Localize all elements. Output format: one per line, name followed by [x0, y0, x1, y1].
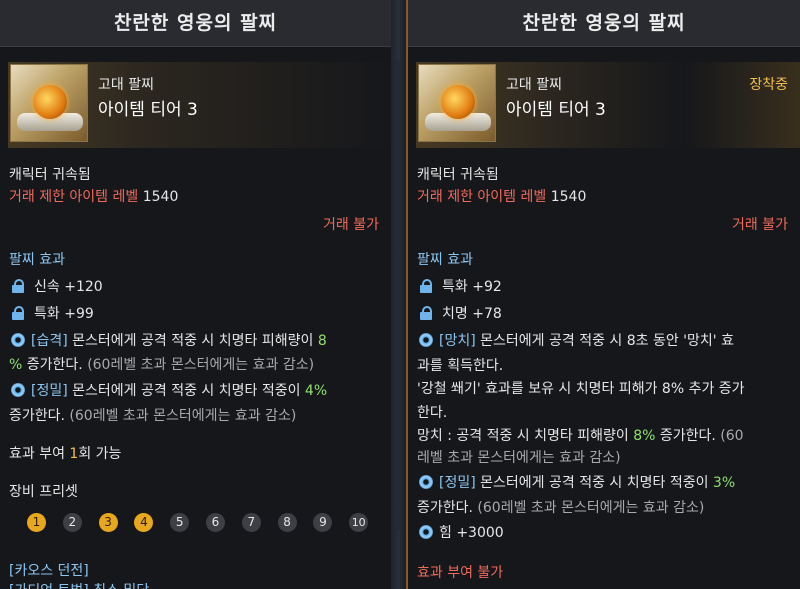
effect-text: 몬스터에게 공격 적중 시 8초 동안 '망치' 효 [475, 333, 734, 349]
preset-dot-5[interactable]: 5 [170, 513, 190, 532]
preset-dot-1[interactable]: 1 [27, 513, 46, 532]
lock-icon [420, 306, 432, 320]
bracelet-effect-line: 증가한다. (60레벨 초과 몬스터에게는 효과 감소) [417, 497, 704, 517]
trade-level-label: 거래 제한 아이템 레벨 [417, 189, 547, 205]
grant-count-row: 효과 부여 1회 가능 [9, 443, 121, 463]
lock-icon [12, 279, 24, 293]
grant-suffix: 회 가능 [78, 446, 122, 462]
lock-icon [420, 279, 432, 293]
stat-label: 특화 +92 [442, 279, 502, 295]
effect-text: 몬스터에게 공격 적중 시 치명타 적중이 [67, 383, 305, 399]
bracelet-effect-line: 증가한다. (60레벨 초과 몬스터에게는 효과 감소) [9, 405, 296, 425]
bracelet-effect-line: 한다. [417, 405, 448, 421]
preset-title: 장비 프리셋 [9, 484, 78, 500]
source-link[interactable]: [가디언 토벌] 최소 밀당 [9, 580, 149, 589]
bracelet-effect-line: '강철 쐐기' 효과를 보유 시 치명타 피해가 8% 추가 증가 [417, 381, 745, 397]
effect-text: 증가한다. [22, 357, 88, 373]
bound-status: 캐릭터 귀속됨 [417, 167, 499, 183]
stat-row: 특화 +99 [9, 303, 94, 323]
bracelet-icon [418, 64, 496, 142]
effect-swirl-icon [419, 525, 433, 539]
trade-level-row: 거래 제한 아이템 레벨 1540 [417, 186, 586, 206]
bracelet-effect-line: [습격] 몬스터에게 공격 적중 시 치명타 피해량이 8 [9, 330, 327, 350]
item-tier: 아이템 티어 3 [98, 100, 198, 120]
effect-text: 몬스터에게 공격 적중 시 치명타 적중이 [475, 475, 713, 491]
item-title: 찬란한 영웅의 팔찌 [408, 0, 800, 47]
bracelet-effect-line: [정밀] 몬스터에게 공격 적중 시 치명타 적중이 3% [417, 472, 735, 492]
effect-text: 몬스터에게 공격 적중 시 치명타 피해량이 [67, 333, 318, 349]
item-title: 찬란한 영웅의 팔찌 [0, 0, 391, 47]
stat-row: 신속 +120 [9, 276, 103, 296]
equipped-badge: 장착중 [749, 77, 788, 93]
trade-status: 거래 불가 [323, 217, 379, 233]
effect-value: 4% [304, 383, 328, 399]
effect-note: (60레벨 초과 몬스터에게는 효과 감소) [87, 357, 315, 373]
stat-row: 특화 +92 [417, 276, 502, 296]
effect-note: 레벨 초과 몬스터에게는 효과 감소) [417, 450, 621, 466]
tooltip-panel-left: 찬란한 영웅의 팔찌 고대 팔찌 아이템 티어 3 캐릭터 귀속됨 거래 제한 … [0, 0, 391, 589]
effect-text: 망치 : 공격 적중 시 치명타 피해량이 [417, 428, 634, 444]
effect-text: 증가한다. [9, 408, 70, 424]
effect-value: 8% [633, 428, 656, 444]
preset-dot-2[interactable]: 2 [62, 513, 82, 532]
stat-row: 치명 +78 [417, 303, 502, 323]
bracelet-effect-line: [정밀] 몬스터에게 공격 적중 시 치명타 적중이 4% [9, 380, 327, 400]
bracelet-effect-line: 과를 획득한다. [417, 358, 504, 374]
effect-text: 증가한다. [655, 428, 721, 444]
bracelet-effect-line: 망치 : 공격 적중 시 치명타 피해량이 8% 증가한다. (60 [417, 425, 744, 445]
tooltip-panel-right: 찬란한 영웅의 팔찌 고대 팔찌 아이템 티어 3 장착중 캐릭터 귀속됨 거래… [406, 0, 800, 589]
stat-label: 치명 +78 [442, 306, 502, 322]
item-grade: 고대 팔찌 [506, 77, 562, 93]
effect-note: (60레벨 초과 몬스터에게는 효과 감소) [69, 408, 297, 424]
stat-label: 특화 +99 [34, 306, 94, 322]
effect-note: (60레벨 초과 몬스터에게는 효과 감소) [477, 500, 705, 516]
effect-tag: [습격] [31, 333, 68, 349]
preset-dot-3[interactable]: 3 [98, 513, 118, 532]
lock-icon [12, 306, 24, 320]
trade-level-row: 거래 제한 아이템 레벨 1540 [9, 186, 178, 206]
preset-dot-9[interactable]: 9 [313, 513, 333, 532]
bracelet-effect-line: [망치] 몬스터에게 공격 적중 시 8초 동안 '망치' 효 [417, 330, 734, 350]
trade-level-value: 1540 [550, 189, 587, 205]
effect-value-unit: % [9, 357, 23, 373]
effect-value: 3% [712, 475, 736, 491]
preset-dot-4[interactable]: 4 [134, 513, 154, 532]
bracelet-effect-line: % 증가한다. (60레벨 초과 몬스터에게는 효과 감소) [9, 354, 314, 374]
stat-label: 신속 +120 [34, 279, 103, 295]
item-grade: 고대 팔찌 [98, 77, 154, 93]
effect-swirl-icon [11, 333, 25, 347]
trade-level-value: 1540 [142, 189, 179, 205]
power-stat-row: 힘 +3000 [417, 522, 504, 542]
preset-dot-7[interactable]: 7 [241, 513, 261, 532]
effect-swirl-icon [419, 333, 433, 347]
power-stat: 힘 +3000 [439, 525, 504, 541]
preset-dot-6[interactable]: 6 [206, 513, 225, 532]
effects-title: 팔찌 효과 [417, 252, 473, 268]
effect-tag: [정밀] [31, 383, 68, 399]
effect-note: (60 [720, 428, 744, 444]
source-link[interactable]: [카오스 던전] [9, 560, 89, 580]
effect-value: 8 [317, 333, 327, 349]
grant-label: 효과 부여 [9, 446, 70, 462]
preset-dot-10[interactable]: 10 [349, 513, 369, 532]
effect-swirl-icon [11, 383, 25, 397]
effect-text: 증가한다. [417, 500, 478, 516]
effect-tag: [정밀] [439, 475, 476, 491]
grant-disabled: 효과 부여 불가 [417, 565, 504, 581]
effects-title: 팔찌 효과 [9, 252, 65, 268]
panel-divider [391, 0, 406, 589]
preset-dot-8[interactable]: 8 [277, 513, 297, 532]
bracelet-icon [10, 64, 88, 142]
item-tier: 아이템 티어 3 [506, 100, 606, 120]
trade-level-label: 거래 제한 아이템 레벨 [9, 189, 139, 205]
trade-status: 거래 불가 [732, 217, 788, 233]
effect-tag: [망치] [439, 333, 476, 349]
effect-swirl-icon [419, 475, 433, 489]
grant-count: 1 [69, 446, 79, 462]
bound-status: 캐릭터 귀속됨 [9, 167, 91, 183]
